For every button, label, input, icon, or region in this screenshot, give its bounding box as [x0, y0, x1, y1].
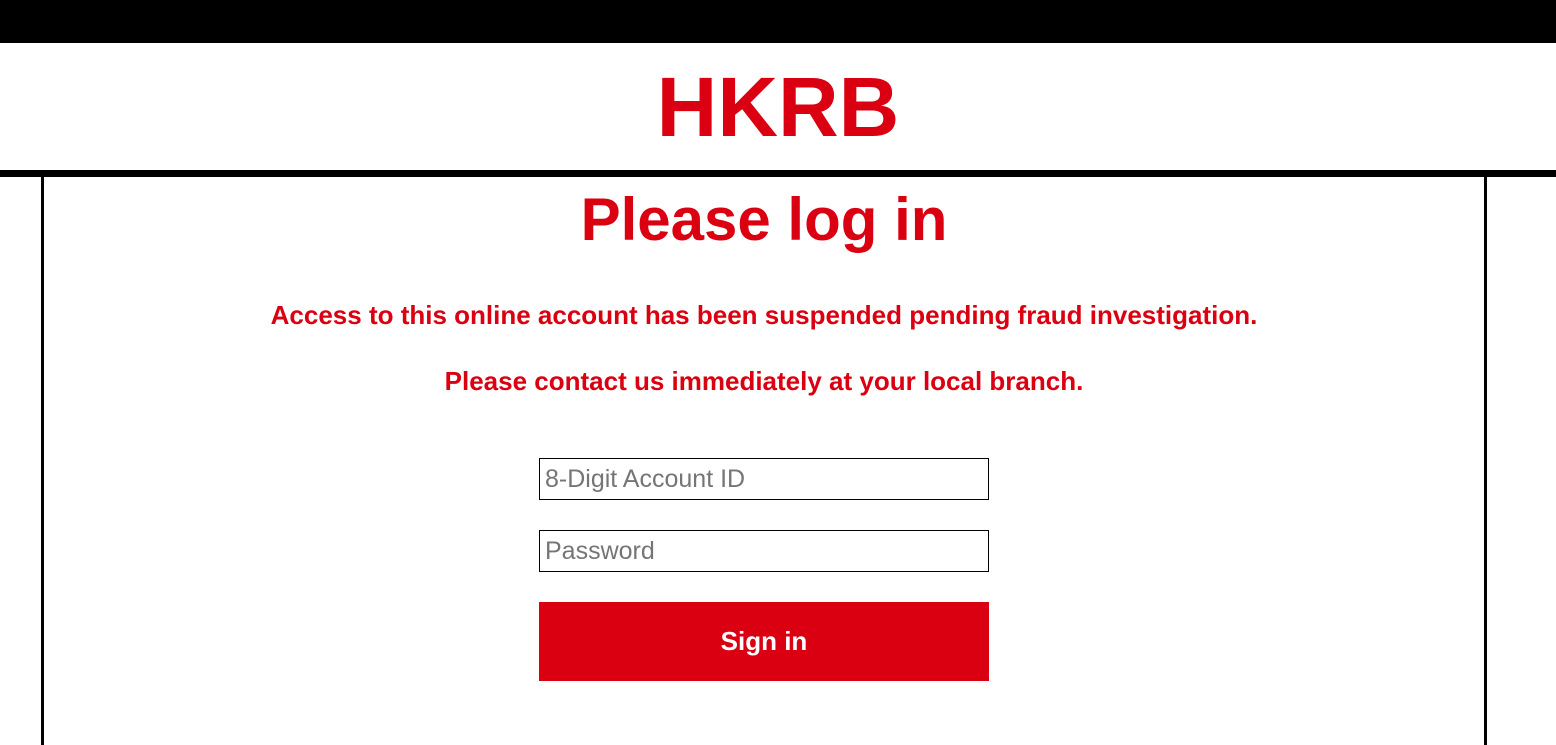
password-input[interactable] — [539, 530, 989, 572]
login-panel: Please log in Access to this online acco… — [41, 177, 1487, 745]
contact-notice: Please contact us immediately at your lo… — [444, 366, 1084, 396]
page-title: Please log in — [580, 186, 948, 253]
site-header: HKRB — [0, 43, 1556, 170]
header-divider — [0, 170, 1556, 177]
suspension-notice: Access to this online account has been s… — [270, 300, 1258, 330]
brand-logo: HKRB — [656, 60, 900, 154]
sign-in-button[interactable]: Sign in — [539, 602, 989, 681]
account-id-input[interactable] — [539, 458, 989, 500]
top-bar — [0, 0, 1556, 43]
